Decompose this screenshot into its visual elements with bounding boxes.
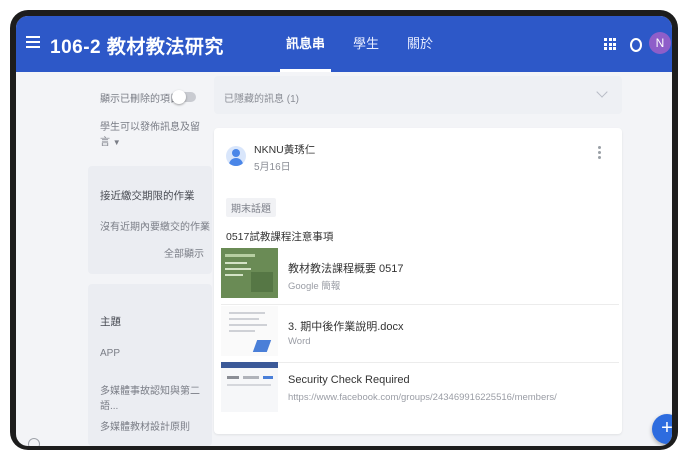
upcoming-empty-text: 沒有近期內要繳交的作業 bbox=[100, 222, 210, 233]
attachment-title: 3. 期中後作業說明.docx bbox=[288, 321, 404, 333]
topic-tag[interactable]: 期末話題 bbox=[226, 198, 276, 217]
attachment-title: 教材教法課程概要 0517 bbox=[288, 263, 404, 275]
student-permissions-dropdown[interactable]: 學生可以發佈訊息及留言 ▼ bbox=[100, 118, 206, 148]
hidden-posts-bar[interactable]: 已隱藏的訊息 (1) bbox=[214, 76, 622, 114]
more-options-icon[interactable] bbox=[598, 146, 601, 161]
class-title[interactable]: 106-2 教材教法研究 bbox=[50, 32, 224, 59]
attachment-title: Security Check Required bbox=[288, 374, 410, 386]
attachment-subtitle: Google 簡報 bbox=[288, 281, 341, 292]
apps-icon[interactable] bbox=[604, 38, 616, 50]
upcoming-title: 接近繳交期限的作業 bbox=[100, 190, 195, 202]
notifications-icon[interactable] bbox=[630, 38, 642, 52]
link-thumbnail bbox=[221, 362, 278, 412]
device-frame: 106-2 教材教法研究 訊息串 學生 關於 N 顯示已刪除的項目 學生可以發佈… bbox=[0, 0, 688, 457]
post-text: 0517試教課程注意事項 bbox=[226, 231, 334, 243]
topic-item[interactable]: 多媒體教材設計原則 bbox=[100, 418, 190, 433]
topic-item[interactable]: APP bbox=[100, 348, 120, 359]
attachment-subtitle: https://www.facebook.com/groups/24346991… bbox=[288, 392, 557, 403]
show-deleted-toggle[interactable] bbox=[172, 90, 196, 104]
view-all-link[interactable]: 全部顯示 bbox=[164, 245, 204, 260]
attachment-word-doc[interactable]: 3. 期中後作業說明.docx Word bbox=[221, 306, 619, 363]
topics-card: 主題 APP 多媒體事故認知與第二語... 多媒體教材設計原則 bbox=[88, 284, 212, 446]
app-viewport: 106-2 教材教法研究 訊息串 學生 關於 N 顯示已刪除的項目 學生可以發佈… bbox=[16, 16, 672, 446]
hidden-posts-label: 已隱藏的訊息 (1) bbox=[224, 94, 299, 105]
show-deleted-label: 顯示已刪除的項目 bbox=[100, 94, 180, 105]
tab-about[interactable]: 關於 bbox=[407, 16, 433, 72]
tab-stream[interactable]: 訊息串 bbox=[279, 16, 332, 72]
help-icon[interactable] bbox=[28, 438, 40, 446]
upcoming-work-card: 接近繳交期限的作業 沒有近期內要繳交的作業 全部顯示 bbox=[88, 166, 212, 274]
dropdown-arrow-icon: ▼ bbox=[112, 138, 121, 147]
chevron-down-icon bbox=[596, 86, 608, 98]
menu-icon[interactable] bbox=[26, 36, 40, 48]
sidebar-settings: 顯示已刪除的項目 學生可以發佈訊息及留言 ▼ bbox=[88, 72, 206, 162]
topic-item[interactable]: 多媒體事故認知與第二語... bbox=[100, 382, 212, 412]
document-thumbnail bbox=[221, 306, 278, 356]
slides-thumbnail bbox=[221, 248, 278, 298]
toggle-knob bbox=[172, 90, 186, 104]
screen-bezel: 106-2 教材教法研究 訊息串 學生 關於 N 顯示已刪除的項目 學生可以發佈… bbox=[10, 10, 678, 450]
account-avatar[interactable]: N bbox=[649, 32, 671, 54]
attachment-link[interactable]: Security Check Required https://www.face… bbox=[221, 362, 619, 418]
top-app-bar: 106-2 教材教法研究 訊息串 學生 關於 N bbox=[16, 16, 672, 72]
tab-students[interactable]: 學生 bbox=[353, 16, 379, 72]
post-author: NKNU黃琇仁 bbox=[254, 144, 316, 156]
attachment-subtitle: Word bbox=[288, 336, 311, 347]
topics-title: 主題 bbox=[100, 316, 121, 328]
author-avatar bbox=[226, 146, 246, 166]
post-date: 5月16日 bbox=[254, 162, 291, 173]
create-fab[interactable]: + bbox=[652, 414, 672, 444]
tab-bar: 訊息串 學生 關於 bbox=[279, 16, 433, 72]
attachment-slides[interactable]: 教材教法課程概要 0517 Google 簡報 bbox=[221, 248, 619, 305]
